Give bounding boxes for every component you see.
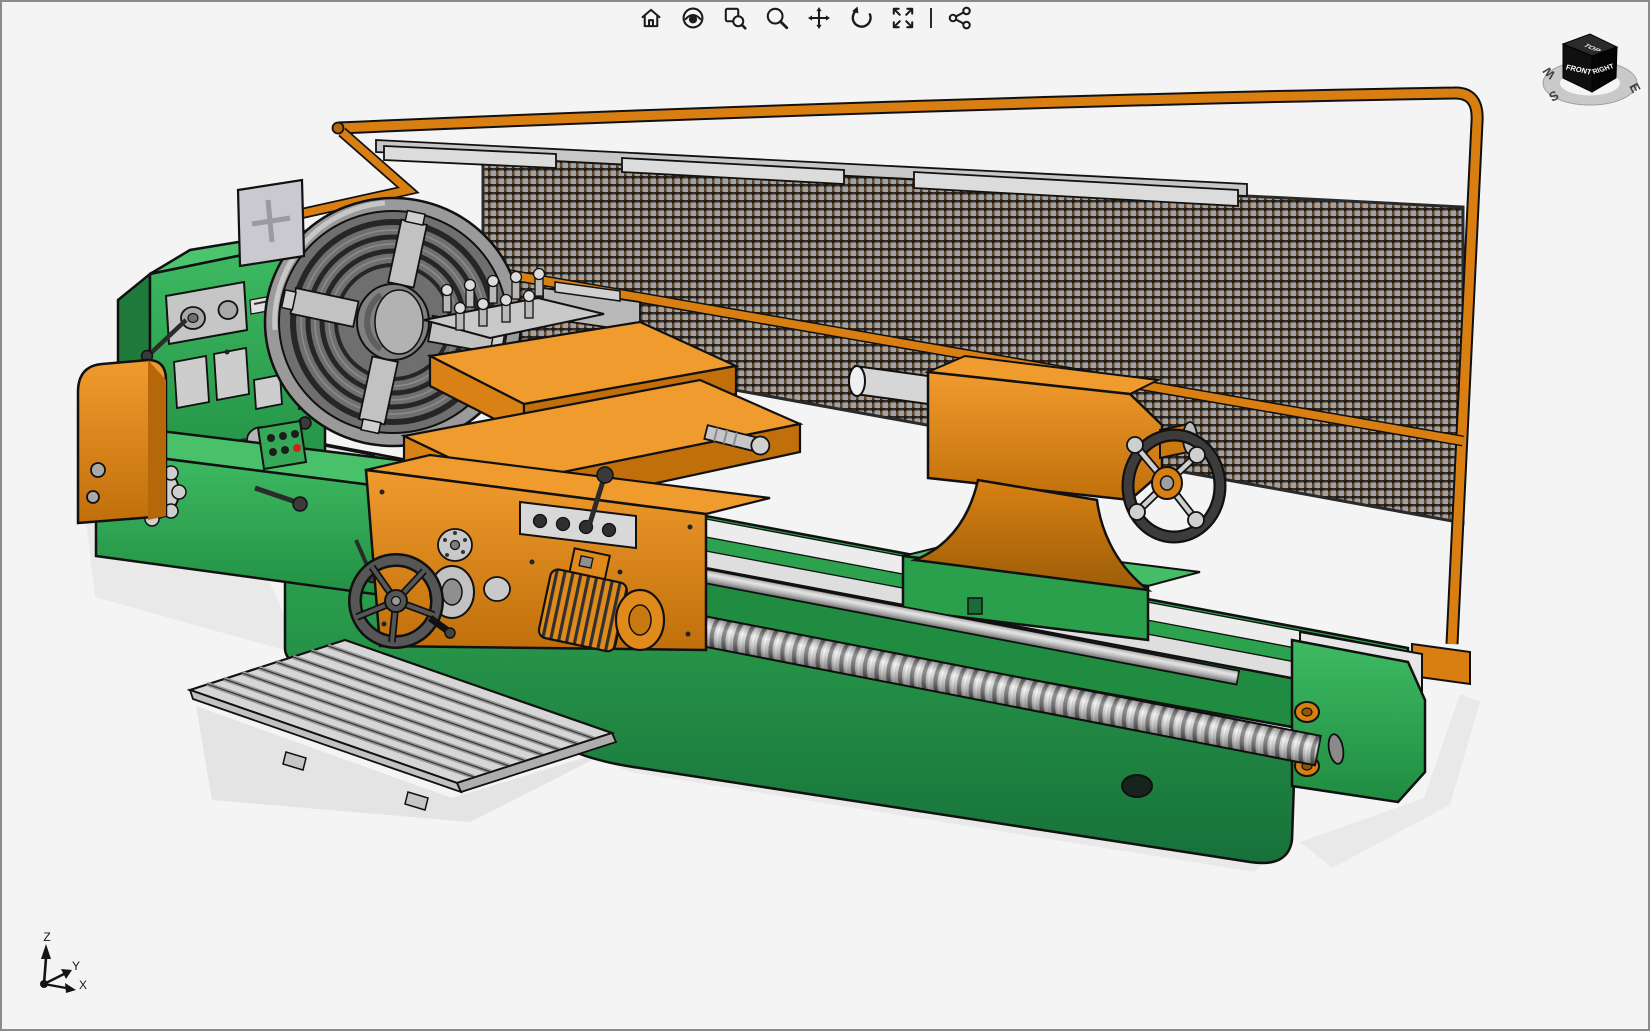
fit-to-view-button[interactable] bbox=[888, 3, 917, 32]
home-button[interactable] bbox=[636, 3, 665, 32]
pan-icon bbox=[806, 5, 832, 31]
axis-y-label: Y bbox=[72, 959, 80, 973]
toolbar-separator bbox=[930, 8, 932, 28]
rotate-button[interactable] bbox=[846, 3, 875, 32]
view-visibility-button[interactable] bbox=[678, 3, 707, 32]
fit-icon bbox=[890, 5, 916, 31]
zoom-button[interactable] bbox=[762, 3, 791, 32]
zoom-window-icon bbox=[722, 5, 748, 31]
headstock-top-plate[interactable] bbox=[238, 180, 304, 266]
rotate-icon bbox=[848, 5, 874, 31]
home-icon bbox=[638, 5, 664, 31]
axis-x-label: X bbox=[79, 978, 87, 992]
zoom-window-button[interactable] bbox=[720, 3, 749, 32]
pan-button[interactable] bbox=[804, 3, 833, 32]
view-cube[interactable]: W S E TOP FRONT RIGHT bbox=[1540, 34, 1644, 105]
viewer-toolbar bbox=[636, 3, 974, 32]
share-button[interactable] bbox=[945, 3, 974, 32]
axis-triad: Z Y X bbox=[40, 930, 87, 993]
magnifier-icon bbox=[764, 5, 790, 31]
model-viewport[interactable]: W S E TOP FRONT RIGHT Z Y X bbox=[0, 0, 1650, 1031]
eye-icon bbox=[680, 5, 706, 31]
share-icon bbox=[947, 5, 973, 31]
left-pedestal[interactable] bbox=[78, 360, 166, 523]
axis-z-label: Z bbox=[43, 930, 50, 944]
